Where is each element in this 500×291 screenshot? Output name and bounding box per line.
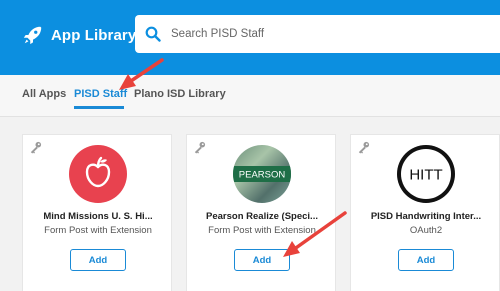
- app-header: App Library: [0, 0, 500, 75]
- app-title: App Library: [51, 26, 137, 44]
- add-button[interactable]: Add: [234, 249, 290, 271]
- app-auth-type: OAuth2: [409, 225, 443, 236]
- hitt-logo-text: HITT: [409, 167, 442, 184]
- tab-bar: All Apps PISD Staff Plano ISD Library: [0, 75, 500, 117]
- tab-all-apps[interactable]: All Apps: [22, 88, 66, 100]
- app-library-logo[interactable]: App Library: [22, 24, 136, 46]
- key-icon: [194, 141, 206, 154]
- rocket-icon: [23, 26, 42, 45]
- tab-pisd-staff[interactable]: PISD Staff: [74, 88, 127, 100]
- add-button[interactable]: Add: [70, 249, 126, 271]
- key-icon: [358, 141, 370, 154]
- pearson-logo-text: PEARSON: [239, 170, 286, 181]
- app-auth-type: Form Post with Extension: [44, 225, 152, 236]
- key-icon: [30, 141, 42, 154]
- search-box[interactable]: [135, 15, 500, 53]
- hitt-logo: HITT: [397, 145, 455, 203]
- app-title-text: Pearson Realize (Speci...: [206, 211, 318, 222]
- search-icon: [145, 26, 161, 42]
- apple-icon: [69, 145, 127, 203]
- active-tab-indicator: [74, 106, 124, 109]
- add-button[interactable]: Add: [398, 249, 454, 271]
- app-auth-type: Form Post with Extension: [208, 225, 316, 236]
- app-title-text: Mind Missions U. S. Hi...: [43, 211, 153, 222]
- pearson-logo: PEARSON: [233, 145, 291, 203]
- tab-plano-isd-library[interactable]: Plano ISD Library: [134, 88, 226, 100]
- app-title-text: PISD Handwriting Inter...: [370, 211, 482, 222]
- app-card-mind-missions[interactable]: Mind Missions U. S. Hi... Form Post with…: [22, 134, 172, 291]
- app-card-pearson-realize[interactable]: PEARSON Pearson Realize (Speci... Form P…: [186, 134, 336, 291]
- search-input[interactable]: [171, 28, 491, 40]
- app-card-pisd-handwriting[interactable]: HITT PISD Handwriting Inter... OAuth2 Ad…: [350, 134, 500, 291]
